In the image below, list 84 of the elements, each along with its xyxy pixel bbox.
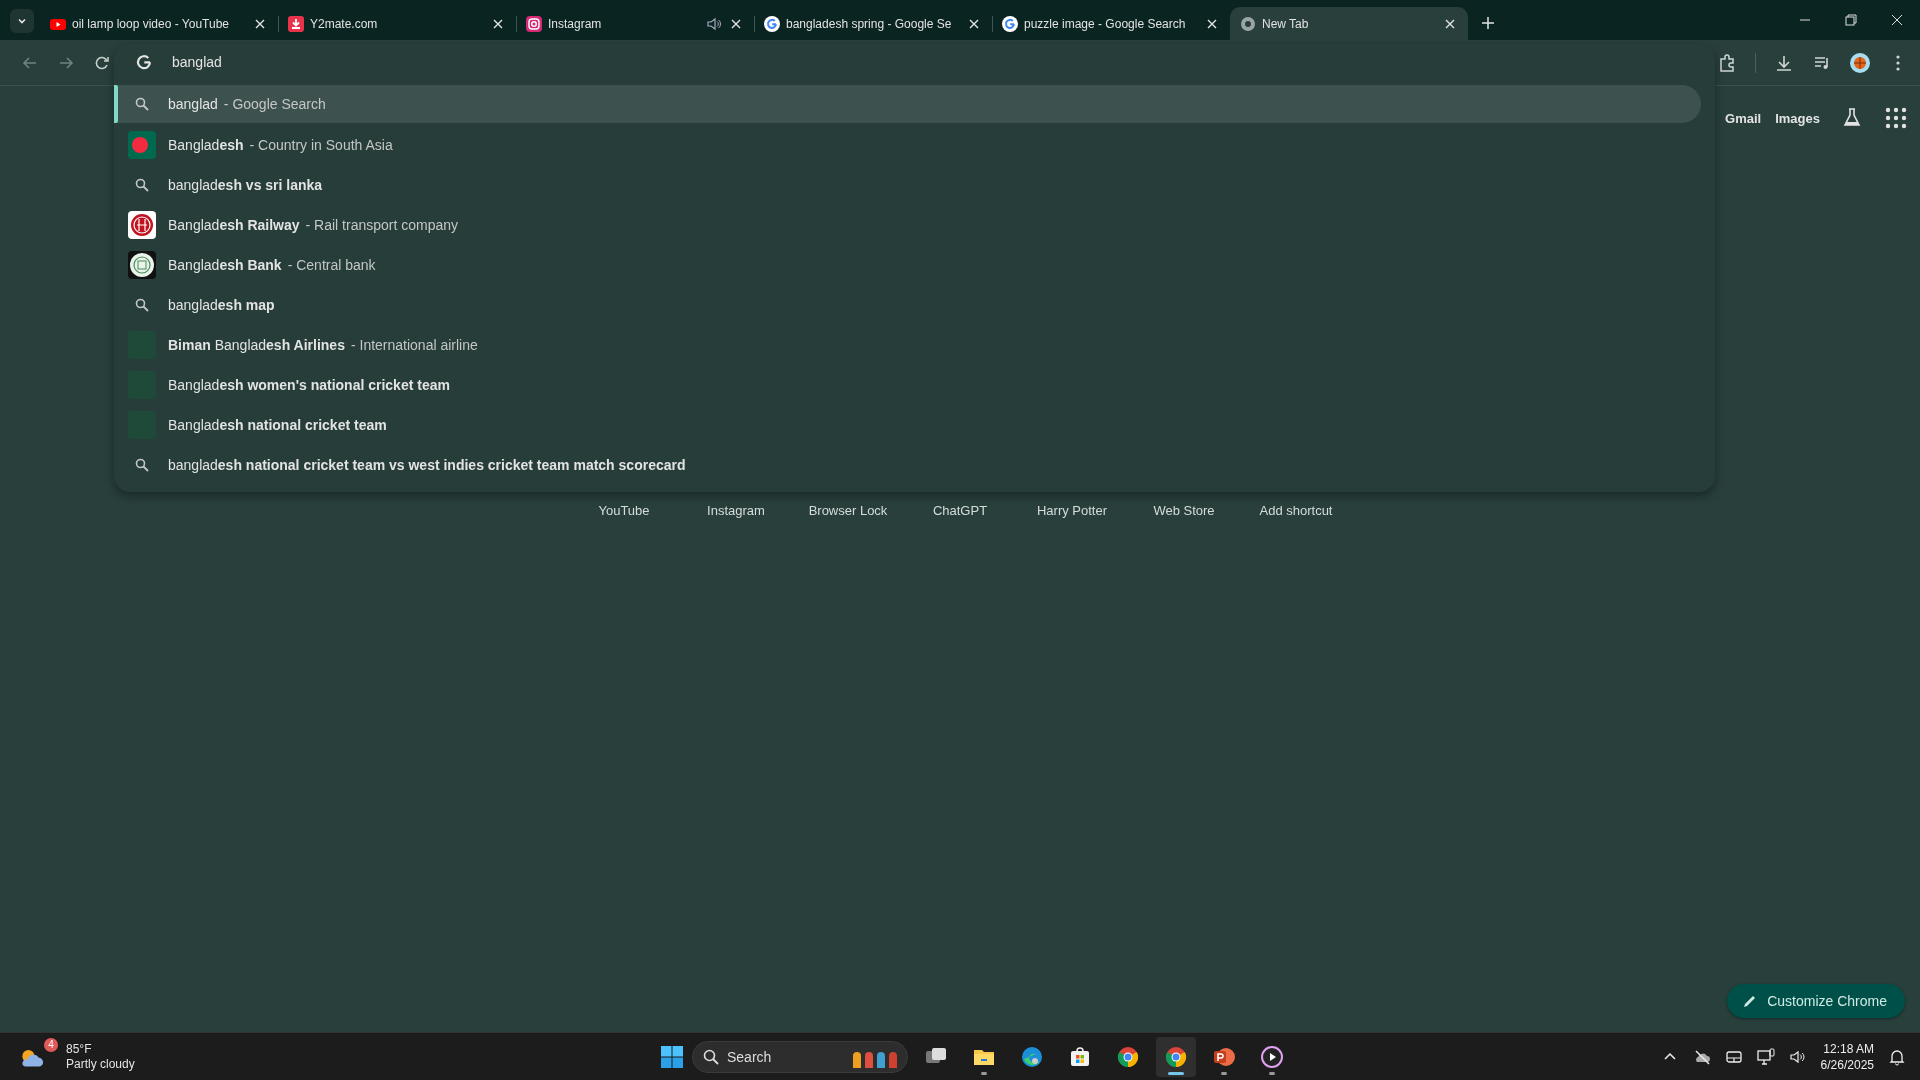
suggestion-text: Bangladesh Bank [168,257,282,273]
browser-tab[interactable]: oil lamp loop video - YouTube [40,7,278,40]
temperature: 85°F [66,1041,93,1057]
suggestion-item[interactable]: Bangladesh national cricket team [114,405,1701,445]
bell-icon[interactable] [1888,1047,1906,1066]
suggestion-text: bangladesh map [168,297,275,313]
new-tab-icon[interactable] [1480,15,1496,31]
chrome-icon[interactable] [1164,1044,1188,1069]
browser-tab[interactable]: New Tab [1230,7,1468,40]
weather-condition: Partly cloudy [66,1056,135,1072]
shortcut-label[interactable]: YouTube [568,503,680,518]
pencil-icon [1743,994,1758,1008]
clock-date[interactable]: 6/26/2025 [1820,1056,1874,1073]
speaker-icon[interactable] [706,15,722,32]
puzzle-icon[interactable] [1717,52,1737,73]
flag-icon [128,131,156,159]
seal-icon [128,251,156,279]
tab-title: bangladesh spring - Google Se [786,16,953,31]
search-icon [135,458,149,472]
suggestion-description: - Central bank [287,257,376,273]
suggestion-item[interactable]: bangladesh national cricket team vs west indies cricket team match scorecard [114,445,1701,485]
suggestion-item[interactable]: Bangladesh women's national cricket team [114,365,1701,405]
windows-logo-icon[interactable] [660,1044,684,1069]
shortcut-label[interactable]: Harry Potter [1016,503,1128,518]
suggestion-description: - Google Search [223,96,326,112]
suggestion-text: Bangladesh [168,137,244,153]
suggestion-item[interactable]: Bangladesh Railway - Rail transport company [114,205,1701,245]
avatar-icon[interactable] [1850,52,1870,73]
suggestion-item[interactable]: banglad - Google Search [114,85,1701,123]
browser-tab[interactable]: Instagram [516,7,754,40]
shortcut-label[interactable]: Add shortcut [1240,503,1352,518]
suggestion-item[interactable]: Bangladesh Bank - Central bank [114,245,1701,285]
suggestion-item[interactable]: bangladesh vs sri lanka [114,165,1701,205]
suggestion-description: - International airline [350,337,478,353]
play-icon[interactable] [1260,1044,1284,1069]
suggestion-text: Bangladesh women's national cricket team [168,377,450,393]
suggestion-text: Bangladesh Railway [168,217,300,233]
suggestion-text: bangladesh vs sri lanka [168,177,323,193]
suggestion-text: Bangladesh national cricket team [168,417,387,433]
suggestion-item[interactable]: Biman Bangladesh Airlines - International airline [114,325,1701,365]
search-icon [135,178,149,192]
tab-title: puzzle image - Google Search [1024,16,1187,31]
clock-time[interactable]: 12:18 AM [1823,1040,1874,1057]
customize-button[interactable]: Customize Chrome [1727,984,1905,1018]
suggestion-description: - Rail transport company [305,217,459,233]
tab-title: New Tab [1262,16,1310,31]
suggestion-text: bangladesh national cricket team vs west indies cricket team match scorecard [168,457,686,473]
suggestion-item[interactable]: Bangladesh - Country in South Asia [114,125,1701,165]
shortcut-label[interactable]: Browser Lock [792,503,904,518]
tab-title: Y2mate.com [310,16,379,31]
shortcut-label[interactable]: Web Store [1128,503,1240,518]
browser-tab[interactable]: puzzle image - Google Search [992,7,1230,40]
suggestion-item[interactable]: bangladesh map [114,285,1701,325]
railway-logo-icon [128,211,156,239]
monitor-icon[interactable] [1756,1047,1775,1066]
store-icon[interactable] [1068,1044,1092,1069]
chrome-icon [1240,15,1256,32]
g-logo-icon [764,15,780,32]
tab-search-button[interactable] [10,9,34,33]
suggestion-text: Biman Bangladesh Airlines [168,337,345,353]
shortcut-label[interactable]: Instagram [680,503,792,518]
download-icon [288,15,304,32]
header-link[interactable]: Gmail [1725,110,1762,126]
tab-title: oil lamp loop video - YouTube [72,16,230,31]
header-link[interactable]: Images [1775,110,1820,126]
search-icon [135,97,149,111]
chrome-icon[interactable] [1116,1044,1140,1069]
taskbar-app-button[interactable] [1156,1036,1196,1077]
suggestion-text: banglad [168,96,218,112]
suggestion-description: - Country in South Asia [249,137,393,153]
g-logo-icon [1002,15,1018,32]
edge-icon[interactable] [1020,1044,1044,1069]
g-logo-icon [136,54,152,70]
camera-icon [526,15,542,32]
apps-grid-icon[interactable] [1884,106,1908,130]
browser-tab[interactable]: Y2mate.com [278,7,516,40]
browser-tab[interactable]: bangladesh spring - Google Se [754,7,992,40]
address-field[interactable]: banglad [170,53,774,71]
tab-title: Instagram [548,16,603,31]
shortcut-label[interactable]: ChatGPT [904,503,1016,518]
taskbar-search-field[interactable]: Search [692,1040,908,1073]
notification-badge: 4 [44,1037,58,1052]
search-icon [703,1048,719,1065]
search-icon [135,298,149,312]
